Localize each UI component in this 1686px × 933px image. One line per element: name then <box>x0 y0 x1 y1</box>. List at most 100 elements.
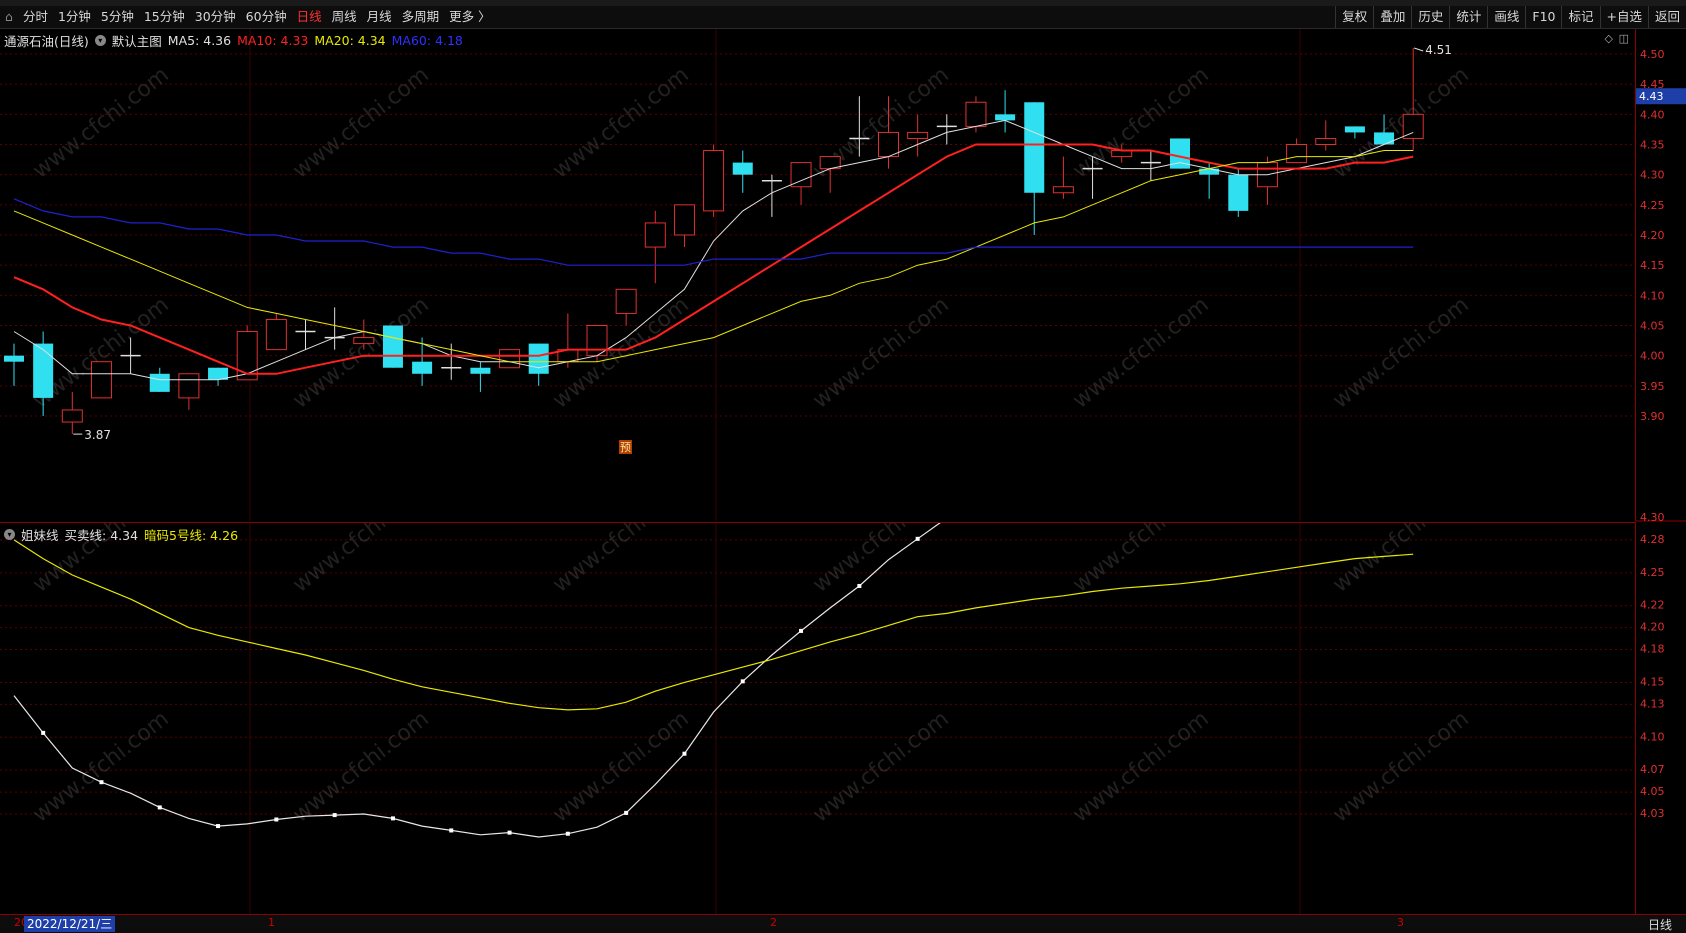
sub-tick-5: 4.15 <box>1640 675 1665 688</box>
candle-body-16 <box>470 367 491 374</box>
candle-16 <box>470 361 491 392</box>
candle-body-5 <box>149 373 170 392</box>
toolbar-button-2[interactable]: 历史 <box>1411 6 1449 28</box>
sub-legend: ▾ 姐妹线 买卖线: 4.34 暗码5号线: 4.26 <box>4 525 238 544</box>
ma5-label: MA5: 4.36 <box>167 33 232 48</box>
candle-2 <box>61 391 83 435</box>
period-tab-4[interactable]: 30分钟 <box>190 6 241 28</box>
candle-body-24 <box>703 150 725 212</box>
watermark-0: www.cfchi.com <box>28 62 173 183</box>
template-dropdown-icon[interactable]: ▾ <box>94 35 106 46</box>
candle-body-33 <box>965 101 987 127</box>
period-tab-9[interactable]: 多周期 <box>397 6 445 28</box>
candlestick-chart[interactable]: www.cfchi.com www.cfchi.com www.cfchi.com w… <box>0 29 1635 521</box>
candle-body-36 <box>1052 186 1074 194</box>
stock-name: 通源石油(日线) <box>4 34 89 49</box>
period-tab-7[interactable]: 周线 <box>327 6 362 28</box>
diamond-icon[interactable]: ◇ <box>1605 32 1613 45</box>
candle-44 <box>1286 138 1308 164</box>
main-chart-panel[interactable]: www.cfchi.com www.cfchi.com www.cfchi.com w… <box>0 29 1636 521</box>
menu-icon[interactable]: ⌂ <box>0 6 18 28</box>
candle-32 <box>936 114 957 145</box>
candle-9 <box>265 313 287 351</box>
candle-body-22 <box>644 222 666 248</box>
toolbar-button-8[interactable]: 返回 <box>1647 6 1686 28</box>
candle-17 <box>499 349 521 369</box>
sub-tick-6: 4.18 <box>1640 643 1665 656</box>
period-tabs: ⌂ 分时 1分钟 5分钟 15分钟 30分钟 60分钟 日线 周线 月线 多周期 更多 〉 <box>0 6 496 28</box>
period-tab-1[interactable]: 1分钟 <box>53 6 96 28</box>
sister-line-chart[interactable]: www.cfchi.com www.cfchi.com www.cfchi.com w… <box>0 476 1635 915</box>
month-label-2: 2 <box>770 916 777 929</box>
sub-watermark-11: www.cfchi.com <box>1328 706 1473 827</box>
toolbar-button-0[interactable]: 复权 <box>1335 6 1373 28</box>
period-tab-10[interactable]: 更多 〉 <box>444 6 495 28</box>
period-tab-5[interactable]: 60分钟 <box>241 6 292 28</box>
sub-tick-9: 4.25 <box>1640 566 1665 579</box>
candle-body-45 <box>1315 137 1337 146</box>
period-indicator[interactable]: 日线 <box>1648 916 1672 933</box>
buy-sell-line-label: 买卖线: 4.34 <box>64 528 139 543</box>
period-tab-0[interactable]: 分时 <box>18 6 53 28</box>
candle-body-46 <box>1344 126 1365 133</box>
price-tick-4: 4.10 <box>1640 289 1665 302</box>
indicator-name[interactable]: 姐妹线 <box>21 525 59 544</box>
high-arrow <box>1414 47 1424 52</box>
price-tick-5: 4.15 <box>1640 259 1665 272</box>
period-tab-2[interactable]: 5分钟 <box>96 6 139 28</box>
candle-18 <box>528 343 549 386</box>
crosshair-date: 2022/12/21/三 <box>24 916 116 932</box>
candle-33 <box>965 96 987 133</box>
toolbar-button-6[interactable]: 标记 <box>1561 6 1599 28</box>
candle-body-14 <box>412 361 433 374</box>
candle-body-35 <box>1024 102 1045 193</box>
toolbar-button-4[interactable]: 画线 <box>1487 6 1525 28</box>
ma20-label: MA20: 4.34 <box>314 33 386 48</box>
price-tick-0: 3.90 <box>1640 410 1665 423</box>
period-tab-3[interactable]: 15分钟 <box>139 6 190 28</box>
toolbar-button-3[interactable]: 统计 <box>1449 6 1487 28</box>
month-label-3: 3 <box>1397 916 1404 929</box>
price-tick-2: 4.00 <box>1640 350 1665 363</box>
sub-tick-11: 4.30 <box>1640 511 1665 524</box>
watermark-11: www.cfchi.com <box>1328 292 1473 413</box>
ma10-label: MA10: 4.33 <box>237 33 309 48</box>
candle-25 <box>732 150 753 193</box>
sub-tick-8: 4.22 <box>1640 599 1665 612</box>
template-label[interactable]: 默认主图 <box>112 31 162 50</box>
sub-watermark-2: www.cfchi.com <box>548 523 693 598</box>
candle-body-12 <box>353 337 375 345</box>
candle-24 <box>703 144 725 217</box>
sub-tick-10: 4.28 <box>1640 533 1665 546</box>
toolbar-button-1[interactable]: 叠加 <box>1373 6 1411 28</box>
candle-41 <box>1199 162 1220 199</box>
indicator-dropdown-icon[interactable]: ▾ <box>4 529 15 540</box>
candle-13 <box>382 325 403 368</box>
candle-0 <box>4 343 24 386</box>
sub-marker-19 <box>565 831 570 836</box>
toolbar-button-7[interactable]: +自选 <box>1599 6 1648 28</box>
watermark-5: www.cfchi.com <box>1328 62 1473 183</box>
candle-body-18 <box>528 343 549 374</box>
candle-body-6 <box>178 373 200 399</box>
sub-watermark-7: www.cfchi.com <box>288 706 433 827</box>
price-tick-1: 3.95 <box>1640 380 1665 393</box>
sub-tick-2: 4.07 <box>1640 763 1665 776</box>
candle-22 <box>644 210 666 284</box>
sub-marker-23 <box>682 751 687 756</box>
period-tab-8[interactable]: 月线 <box>362 6 397 28</box>
candle-body-44 <box>1286 144 1308 164</box>
price-axis: 3.90 3.95 4.00 4.05 4.10 4.15 4.20 4.25 4.30 4.35… <box>1636 48 1686 820</box>
indicator-panel[interactable]: www.cfchi.com www.cfchi.com www.cfchi.com w… <box>0 476 1636 915</box>
candle-body-41 <box>1199 168 1220 175</box>
price-tick-8: 4.30 <box>1640 169 1665 182</box>
candle-body-47 <box>1374 132 1395 145</box>
sub-tick-0: 4.03 <box>1640 807 1665 820</box>
toolbar-button-5[interactable]: F10 <box>1525 6 1561 28</box>
date-axis: 20 2022/12/21/三 1 2 3 日线 <box>0 914 1686 933</box>
window-icon[interactable]: ◫ <box>1619 32 1629 45</box>
period-tab-6[interactable]: 日线 <box>292 6 327 28</box>
price-tick-10: 4.40 <box>1640 108 1665 121</box>
candle-body-9 <box>265 318 287 351</box>
candle-42 <box>1228 168 1249 217</box>
